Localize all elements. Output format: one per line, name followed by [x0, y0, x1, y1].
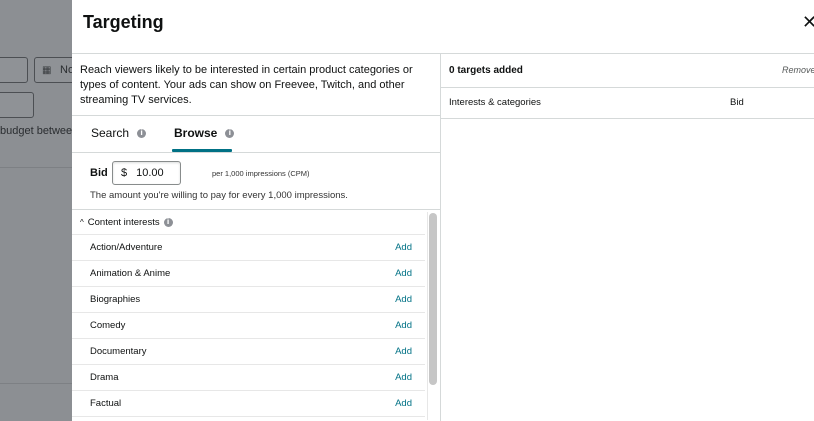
bid-currency: $: [121, 167, 128, 179]
chevron-up-icon: ^: [80, 217, 84, 227]
list-item: Factual Add: [72, 391, 425, 417]
background-date-button: ▦ No: [34, 57, 72, 83]
modal-header: Targeting ✕: [72, 0, 814, 54]
list-item: Action/Adventure Add: [72, 235, 425, 261]
category-name: Documentary: [90, 346, 147, 357]
background-date-label: No: [60, 64, 72, 76]
info-icon[interactable]: i: [163, 217, 173, 227]
background-budget-text: budget between: [0, 125, 72, 137]
section-label: Content interests: [87, 216, 160, 228]
info-icon[interactable]: i: [225, 128, 235, 138]
add-button[interactable]: Add: [395, 372, 412, 383]
tab-browse[interactable]: Browse i: [174, 126, 235, 140]
background-input: [0, 57, 28, 83]
category-name: Animation & Anime: [90, 268, 171, 279]
background-divider: [0, 383, 72, 384]
list-item: Comedy Add: [72, 313, 425, 339]
list-item: Documentary Add: [72, 339, 425, 365]
background-page: ▦ No budget between: [0, 0, 72, 421]
close-icon[interactable]: ✕: [802, 12, 814, 33]
bid-section: Bid $ 10.00 per 1,000 impressions (CPM) …: [72, 153, 440, 210]
column-interests: Interests & categories: [449, 97, 541, 108]
category-name: Comedy: [90, 320, 126, 331]
bid-input[interactable]: $ 10.00: [112, 161, 181, 185]
info-icon[interactable]: i: [137, 128, 147, 138]
bid-help-text: The amount you're willing to pay for eve…: [90, 190, 348, 201]
calendar-icon: ▦: [42, 65, 52, 76]
tab-search-label: Search: [91, 126, 130, 140]
targeting-browser: Reach viewers likely to be interested in…: [72, 54, 441, 421]
bid-unit: per 1,000 impressions (CPM): [212, 169, 310, 178]
add-button[interactable]: Add: [395, 346, 412, 357]
list-item: Drama Add: [72, 365, 425, 391]
list-item: Biographies Add: [72, 287, 425, 313]
remove-all-button[interactable]: Remove all: [782, 65, 814, 75]
background-budget-input: [0, 92, 34, 118]
list-item: Animation & Anime Add: [72, 261, 425, 287]
targeting-tabs: Search i Browse i: [72, 116, 440, 153]
targets-summary: 0 targets added Remove all: [441, 54, 814, 88]
category-list: ^ Content interests i Action/Adventure Ad…: [72, 210, 440, 420]
section-content-interests[interactable]: ^ Content interests i: [72, 210, 425, 235]
background-divider: [0, 167, 72, 168]
selected-targets-panel: 0 targets added Remove all Interests & c…: [441, 54, 814, 421]
active-tab-indicator: [172, 149, 232, 152]
targets-table-header: Interests & categories Bid: [441, 88, 814, 119]
column-bid: Bid: [730, 97, 744, 108]
bid-value[interactable]: 10.00: [136, 167, 164, 179]
category-name: Action/Adventure: [90, 242, 163, 253]
category-name: Factual: [90, 398, 122, 409]
category-name: Biographies: [90, 294, 141, 305]
tab-browse-label: Browse: [174, 126, 218, 140]
add-button[interactable]: Add: [395, 294, 412, 305]
bid-label: Bid: [90, 167, 108, 179]
add-button[interactable]: Add: [395, 242, 412, 253]
targeting-description: Reach viewers likely to be interested in…: [72, 54, 440, 116]
targets-count: 0 targets added: [449, 65, 523, 76]
tab-search[interactable]: Search i: [91, 126, 147, 140]
add-button[interactable]: Add: [395, 320, 412, 331]
add-button[interactable]: Add: [395, 398, 412, 409]
add-button[interactable]: Add: [395, 268, 412, 279]
category-name: Drama: [90, 372, 119, 383]
targeting-modal: Targeting ✕ Reach viewers likely to be i…: [72, 0, 814, 421]
scrollbar-thumb[interactable]: [429, 213, 437, 385]
modal-title: Targeting: [83, 12, 164, 32]
